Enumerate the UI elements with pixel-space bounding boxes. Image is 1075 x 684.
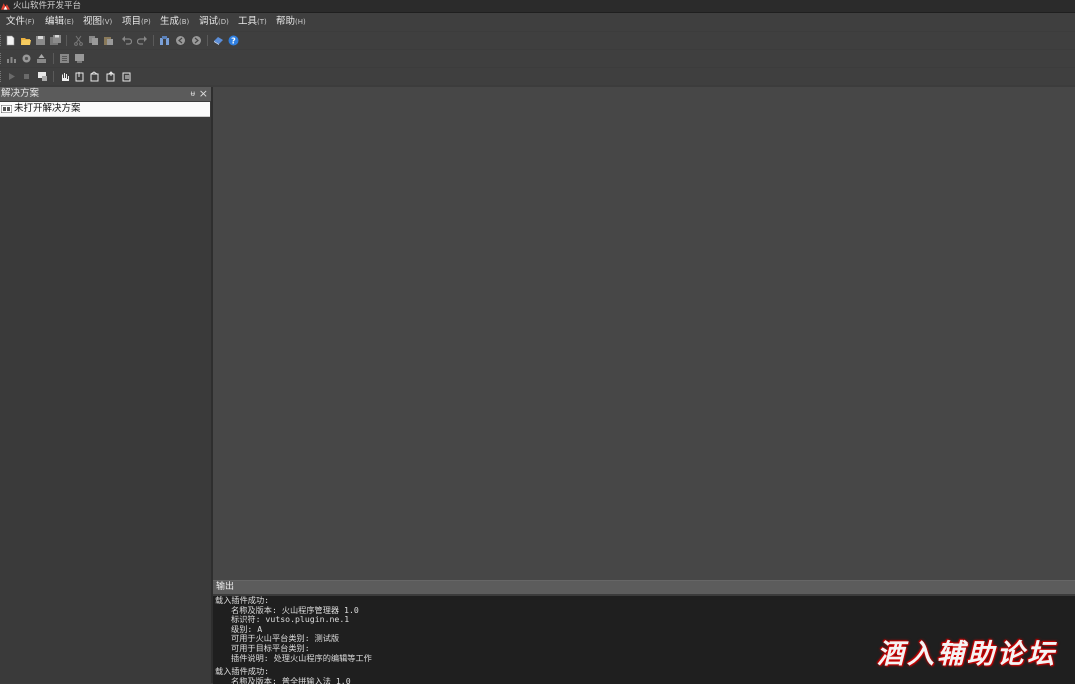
new-file-icon[interactable] [4,34,16,46]
solution-panel-header: 解决方案 ᵾ × [0,87,211,101]
compile-icon[interactable] [20,52,32,64]
run-to-cursor-icon[interactable] [120,70,132,82]
step-icon[interactable] [36,70,48,82]
volcano-logo-icon [1,3,10,10]
open-folder-icon[interactable] [19,34,31,46]
toolbar-grip[interactable] [0,53,3,64]
solution-icon [1,105,12,113]
toolbar-grip[interactable] [0,71,3,82]
help-icon[interactable]: ? [227,34,239,46]
output-panel-header: 输出 [213,581,1075,594]
solution-tree-label: 未打开解决方案 [14,103,81,114]
menu-view[interactable]: 视图(V) [83,15,112,29]
output-panel-title: 输出 [216,582,235,592]
toolbar-separator [53,53,54,64]
settings-icon[interactable] [73,52,85,64]
breakpoint-hand-icon[interactable] [58,70,70,82]
copy-icon[interactable] [87,34,99,46]
navigate-back-icon[interactable] [174,34,186,46]
save-all-icon[interactable] [49,34,61,46]
toolbar-grip[interactable] [0,35,3,46]
window-title: 火山软件开发平台 [13,1,82,11]
editor-area [213,87,1075,580]
title-bar: 火山软件开发平台 [0,0,1075,13]
undo-icon[interactable] [120,34,132,46]
list-icon[interactable] [58,52,70,64]
menu-debug[interactable]: 调试(D) [199,15,229,29]
menu-project[interactable]: 项目(P) [122,15,151,29]
menu-bar: 文件(F) 编辑(E) 视图(V) 项目(P) 生成(B) 调试(D) 工具(T… [0,13,1075,31]
svg-text:?: ? [231,36,236,45]
step-out-icon[interactable] [104,70,116,82]
paste-icon[interactable] [102,34,114,46]
find-icon[interactable] [158,34,170,46]
menu-edit[interactable]: 编辑(E) [45,15,74,29]
toolbar-separator [153,35,154,46]
toolbar-separator [207,35,208,46]
menu-build[interactable]: 生成(B) [160,15,189,29]
save-icon[interactable] [34,34,46,46]
solution-tree-item[interactable]: 未打开解决方案 [0,102,210,117]
solution-panel: 解决方案 ᵾ × 未打开解决方案 [0,87,212,683]
menu-tools[interactable]: 工具(T) [238,15,267,29]
build-toolbar [0,50,1075,67]
publish-icon[interactable] [35,52,47,64]
step-into-icon[interactable] [73,70,85,82]
toolbar-separator [53,71,54,82]
stop-icon[interactable] [20,70,32,82]
manual-icon[interactable] [212,34,224,46]
watermark: 酒入辅助论坛 [877,639,1057,670]
build-icon[interactable] [5,52,17,64]
output-line: 名称及版本: 火山程序管理器 1.0 [231,604,359,615]
menu-file[interactable]: 文件(F) [6,15,35,29]
close-panel-icon[interactable]: × [199,87,208,101]
step-over-icon[interactable] [88,70,100,82]
run-icon[interactable] [5,70,17,82]
debug-toolbar [0,68,1075,85]
toolbar-separator [66,35,67,46]
navigate-forward-icon[interactable] [190,34,202,46]
redo-icon[interactable] [136,34,148,46]
output-line: 标识符: vutso.plugin.ne.1 [231,614,350,625]
cut-icon[interactable] [72,34,84,46]
standard-toolbar: ? [0,32,1075,49]
menu-help[interactable]: 帮助(H) [276,15,306,29]
pin-icon[interactable]: ᵾ [191,87,195,101]
solution-panel-title: 解决方案 [1,88,40,99]
